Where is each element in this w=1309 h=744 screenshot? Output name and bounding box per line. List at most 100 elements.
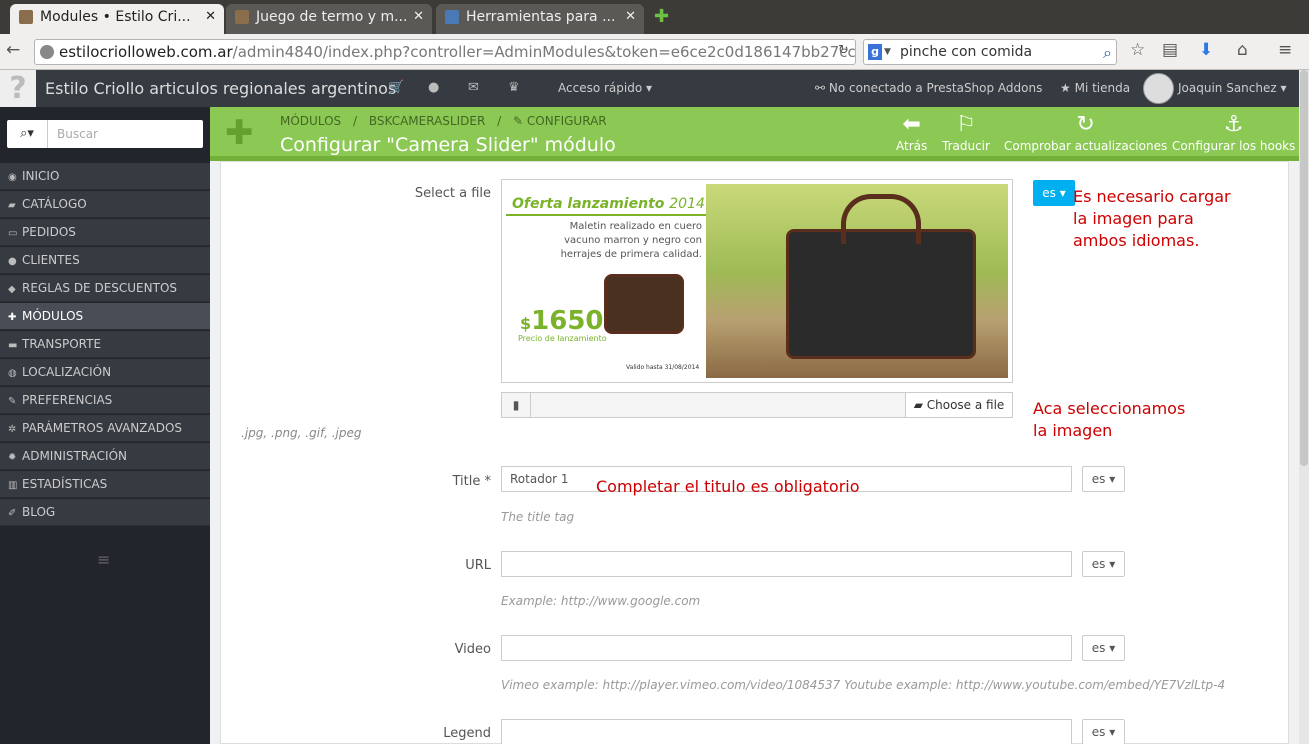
download-icon[interactable]: ⬇ [1199,40,1213,60]
back-button[interactable]: ⬅ Atrás [896,112,927,154]
breadcrumb-item[interactable]: CONFIGURAR [527,114,607,128]
sidebar-item-transporte[interactable]: ▬ TRANSPORTE [0,331,210,358]
page-header: ✚ MÓDULOS / BSKCAMERASLIDER / ✎ CONFIGUR… [210,107,1299,161]
close-tab-icon[interactable]: ✕ [625,4,636,30]
choose-file-button[interactable]: ▰ Choose a file [905,393,1012,417]
language-dropdown-url[interactable]: es ▾ [1082,551,1125,577]
sidebar-item-reglas[interactable]: ◆ REGLAS DE DESCUENTOS [0,275,210,302]
back-arrow-icon[interactable]: ← [6,40,20,60]
book-icon: ▰ [8,200,16,211]
legend-input[interactable] [501,719,1072,744]
annotation-line: Es necesario cargar [1073,187,1231,206]
user-menu[interactable]: Joaquin Sanchez ▾ [1178,81,1287,95]
sidebar-item-administracion[interactable]: ✹ ADMINISTRACIÓN [0,443,210,470]
users-icon: ● [8,256,17,267]
banner-right [706,184,1008,378]
sidebar-item-preferencias[interactable]: ✎ PREFERENCIAS [0,387,210,414]
banner-offer: Oferta lanzamiento 2014 [512,196,705,212]
scrollbar[interactable] [1299,70,1309,744]
close-tab-icon[interactable]: ✕ [413,4,424,30]
language-dropdown-title[interactable]: es ▾ [1082,466,1125,492]
sidebar-item-blog[interactable]: ✐ BLOG [0,499,210,526]
dashboard-icon: ◉ [8,172,17,183]
price-currency: $ [520,314,532,333]
reload-icon[interactable]: ↻ [838,43,849,58]
envelope-icon[interactable]: ✉ [468,80,479,95]
bookmark-star-icon[interactable]: ☆ [1130,40,1145,60]
video-help-text: Vimeo example: http://player.vimeo.com/v… [501,678,1226,692]
configure-hooks-button[interactable]: ⚓ Configurar los hooks [1172,113,1295,154]
edit-icon: ✐ [8,508,17,519]
translate-button[interactable]: ⚐ Traducir [942,113,990,154]
shop-name[interactable]: Estilo Criollo articulos regionales arge… [45,79,396,98]
toolbar-label: Comprobar actualizaciones [1004,139,1168,153]
annotation-title-note: Completar el titulo es obligatorio [596,477,860,496]
url-input[interactable] [501,551,1072,577]
sidebar-item-estadisticas[interactable]: ▥ ESTADÍSTICAS [0,471,210,498]
sidebar-item-label: REGLAS DE DESCUENTOS [22,281,178,295]
cart-icon[interactable]: 🛒 [388,80,404,95]
video-input[interactable] [501,635,1072,661]
tab-title: Herramientas para ... [466,9,616,25]
globe-icon: ◍ [8,368,17,379]
user-icon[interactable]: ● [428,80,439,95]
refresh-icon: ↻ [1076,112,1095,137]
file-input[interactable]: ▮ ▰ Choose a file [501,392,1013,418]
quick-access-menu[interactable]: Acceso rápido ▾ [558,81,652,95]
language-label: es [1091,557,1106,571]
site-favicon-icon [445,10,459,24]
my-store-link[interactable]: ★ Mi tienda [1060,81,1130,95]
google-icon: g [868,44,882,60]
banner-price: $1650 [520,306,604,336]
collapse-menu-icon[interactable]: ≡ [97,550,110,569]
addons-status-label: No conectado a PrestaShop Addons [828,81,1043,95]
sidebar-search[interactable]: ⌕▾ Buscar [7,120,203,148]
url-bar[interactable]: estilocriolloweb.com.ar/admin4840/index.… [34,39,856,65]
language-dropdown-video[interactable]: es ▾ [1082,635,1125,661]
search-input[interactable]: Buscar [57,127,98,141]
reading-list-icon[interactable]: ▤ [1162,40,1178,60]
sidebar-item-label: PREFERENCIAS [22,393,113,407]
sidebar-item-clientes[interactable]: ● CLIENTES [0,247,210,274]
wrench-icon: ✎ [513,114,524,128]
addons-status[interactable]: ⚯ No conectado a PrestaShop Addons [815,81,1042,95]
breadcrumb-separator: / [497,114,502,128]
language-dropdown-legend[interactable]: es ▾ [1082,719,1125,744]
browser-tab-juego[interactable]: Juego de termo y m... ✕ [226,4,432,34]
breadcrumb-item[interactable]: BSKCAMERASLIDER [369,114,485,128]
annotation-line: la imagen para [1073,209,1194,228]
sidebar-item-parametros[interactable]: ✲ PARÁMETROS AVANZADOS [0,415,210,442]
breadcrumb-item[interactable]: MÓDULOS [280,114,341,128]
annotation-line: Aca seleccionamos [1033,399,1186,418]
chevron-down-icon[interactable]: ▼ [884,40,891,64]
language-dropdown-file[interactable]: es ▾ [1033,180,1075,206]
check-updates-button[interactable]: ↻ Comprobar actualizaciones [1004,112,1168,154]
search-icon[interactable]: ⌕▾ [7,120,48,148]
sidebar-item-modulos[interactable]: ✚ MÓDULOS [0,303,210,330]
arrow-left-circle-icon: ⬅ [902,112,921,137]
small-bag-image [604,274,684,334]
sidebar-item-localizacion[interactable]: ◍ LOCALIZACIÓN [0,359,210,386]
close-tab-icon[interactable]: ✕ [205,4,216,30]
home-icon[interactable]: ⌂ [1237,40,1248,60]
sidebar-item-catalogo[interactable]: ▰ CATÁLOGO [0,191,210,218]
search-bar[interactable]: g ▼ pinche con comida ⌕ [863,39,1117,65]
new-tab-icon[interactable]: ✚ [654,6,669,27]
file-icon: ▮ [502,393,531,417]
sidebar-item-inicio[interactable]: ◉ INICIO [0,163,210,190]
prestashop-logo-icon[interactable]: ? [0,70,36,107]
browser-tab-herramientas[interactable]: Herramientas para ... ✕ [436,4,644,34]
trophy-icon[interactable]: ♛ [508,80,520,95]
sidebar-item-label: ESTADÍSTICAS [22,477,108,491]
breadcrumb: MÓDULOS / BSKCAMERASLIDER / ✎ CONFIGURAR [280,114,607,128]
annotation-line: ambos idiomas. [1073,231,1200,250]
menu-icon[interactable]: ≡ [1278,40,1292,60]
sidebar-item-label: ADMINISTRACIÓN [22,449,127,463]
search-icon[interactable]: ⌕ [1103,41,1112,65]
scrollbar-thumb[interactable] [1300,70,1308,466]
puzzle-icon: ✚ [225,113,254,153]
sidebar-item-pedidos[interactable]: ▭ PEDIDOS [0,219,210,246]
sidebar-item-label: CATÁLOGO [22,197,87,211]
avatar[interactable] [1143,73,1174,104]
browser-tab-modules[interactable]: Modules • Estilo Cri... ✕ [10,4,224,34]
